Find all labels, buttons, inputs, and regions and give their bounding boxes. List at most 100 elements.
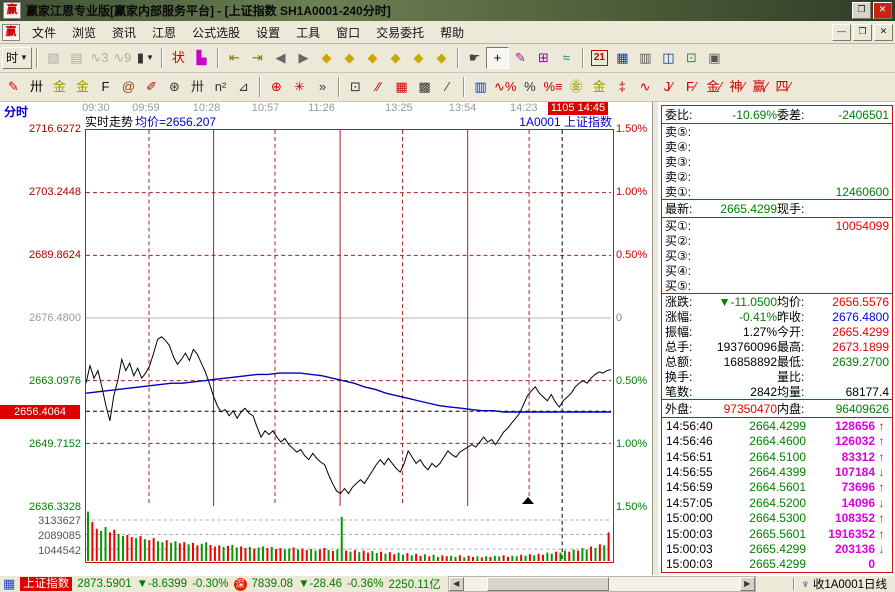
scrollbar-thumb[interactable] [487,577,609,591]
cycle-wave-button[interactable]: ≈ [555,47,578,69]
menu-文件[interactable]: 文件 [24,21,64,44]
shenzhen-icon[interactable]: 深 [234,578,247,591]
percent-lines-button[interactable]: %≡ [541,76,564,98]
box-tool-button[interactable]: ⊡ [344,76,367,98]
menu-工具[interactable]: 工具 [288,21,328,44]
ray-burst-button[interactable]: ∕∕ [367,76,390,98]
candle-chart-button[interactable]: ▮▼ [134,47,157,69]
panel-text: -0.41% [739,310,777,324]
shen-angle-button[interactable]: 神∕ [726,76,749,98]
tick-time: 14:56:59 [666,480,728,494]
horizontal-scrollbar[interactable]: ◀ ▶ [448,576,756,592]
scrollbar-track[interactable] [464,577,740,591]
menu-窗口[interactable]: 窗口 [328,21,368,44]
stats-section: 涨跌:▼-11.0500均价:2656.5576涨幅:-0.41%昨收:2676… [662,293,892,399]
wave-band-button[interactable]: ∿ [634,76,657,98]
fibonacci-grid-button[interactable]: F [94,76,117,98]
four-angle-button[interactable]: 四∕ [772,76,795,98]
win-angle-button[interactable]: 赢∕ [749,76,772,98]
tick-trade-list[interactable]: 14:56:402664.4299128656↑14:56:462664.460… [662,418,892,572]
grid-overlay-button[interactable]: ▦ [390,76,413,98]
prev-screen-button[interactable]: ◀ [269,47,292,69]
menu-江恩[interactable]: 江恩 [144,21,184,44]
pan-left-button[interactable]: ◆ [315,47,338,69]
tick-time: 14:56:40 [666,419,728,433]
stock-extract-button[interactable]: 状 [167,47,190,69]
menu-公式选股[interactable]: 公式选股 [184,21,248,44]
expand-vertical-button[interactable]: ◆ [384,47,407,69]
zoom-in-button[interactable]: ◆ [407,47,430,69]
vertical-splitter[interactable] [652,102,659,575]
percent-button[interactable]: % [518,76,541,98]
notepad-button[interactable]: ▥ [634,47,657,69]
index-name-badge[interactable]: 上证指数 [20,577,72,591]
percent-tick-label: 1.00% [616,438,647,451]
latest-price-row: 最新:2665.4299现手: [662,199,892,218]
snapshot-button[interactable]: ⊡ [680,47,703,69]
toolbar-separator [217,48,219,68]
period-selector-button[interactable]: 时▼ [2,47,32,69]
menu-交易委托[interactable]: 交易委托 [368,21,432,44]
f-angle-button[interactable]: F∕ [680,76,703,98]
status-divider [793,578,795,590]
scroll-left-arrow[interactable]: ◀ [449,577,464,591]
brush-pen-button[interactable]: ✎ [2,76,25,98]
gann-window-button[interactable]: ⊞ [532,47,555,69]
expand-horizontal-button[interactable]: ◆ [361,47,384,69]
gold-grid2-button[interactable]: 金 [71,76,94,98]
period-grid-button[interactable]: 卅 [186,76,209,98]
pan-right-button[interactable]: ◆ [338,47,361,69]
j-angle-button[interactable]: J∕ [657,76,680,98]
panel-text: -10.69% [732,108,777,122]
gann-grid-button[interactable]: 卅 [25,76,48,98]
calendar-button[interactable]: 21 [588,47,611,69]
maximize-button[interactable]: ❐ [852,2,871,19]
save-button[interactable]: ◫ [657,47,680,69]
pressure-support-button[interactable]: ‡ [611,76,634,98]
volume-stats-button[interactable]: ▥ [469,76,492,98]
spiral-button[interactable]: @ [117,76,140,98]
stat-row: 涨跌:▼-11.0500均价:2656.5576 [662,294,892,309]
mdi-minimize-button[interactable]: — [832,24,851,41]
gold-fan-button[interactable]: 金∕ [703,76,726,98]
hand-tool-button[interactable]: ☛ [463,47,486,69]
circle-cross-button[interactable]: ⊕ [265,76,288,98]
gold-lines-button[interactable]: 金 [588,76,611,98]
wave-percent-button[interactable]: ∿% [492,76,518,98]
mdi-close-button[interactable]: ✕ [874,24,893,41]
zoom-out-button[interactable]: ◆ [430,47,453,69]
color-volume-button[interactable]: ▙ [190,47,213,69]
mdi-restore-button[interactable]: ❐ [853,24,872,41]
rocket-marker-button[interactable]: ✐ [140,76,163,98]
quote-table-icon[interactable]: ▦ [3,576,15,592]
send-button[interactable]: ▣ [703,47,726,69]
first-screen-button[interactable]: ⇤ [223,47,246,69]
dense-grid-button[interactable]: ▩ [413,76,436,98]
time-cycle-button[interactable]: ⊛ [163,76,186,98]
scroll-right-arrow[interactable]: ▶ [740,577,755,591]
tick-price: 2664.5601 [728,480,806,494]
radial-fan-button[interactable]: ✳ [288,76,311,98]
curve-tool-button[interactable]: ✎ [509,47,532,69]
last-screen-button[interactable]: ⇥ [246,47,269,69]
menu-资讯[interactable]: 资讯 [104,21,144,44]
angle-measure-button[interactable]: ⊿ [232,76,255,98]
crosshair-tool-button[interactable]: + [486,47,509,69]
more-tools-button[interactable]: » [311,76,334,98]
menu-帮助[interactable]: 帮助 [432,21,472,44]
square-of-nine-button[interactable]: n² [209,76,232,98]
up-arrow-icon: ↑ [875,480,888,494]
gold-ratio-grid-button[interactable]: 金 [48,76,71,98]
menu-浏览[interactable]: 浏览 [64,21,104,44]
chart-region: 分时 09:3009:5910:2810:5711:2613:2513:5414… [0,102,652,575]
calculator-button[interactable]: ▦ [611,47,634,69]
trend-line-button[interactable]: ∕ [436,76,459,98]
price-tick-label: 2663.0976 [0,375,81,388]
chart-header: 实时走势 均价=2656.207 1A0001 上证指数 [85,115,612,129]
menu-设置[interactable]: 设置 [248,21,288,44]
close-button[interactable]: ✕ [873,2,892,19]
next-screen-button[interactable]: ▶ [292,47,315,69]
price-plot[interactable] [85,129,614,509]
gold-circle-button[interactable]: ㊎ [565,76,588,98]
volume-pane[interactable] [85,507,614,563]
